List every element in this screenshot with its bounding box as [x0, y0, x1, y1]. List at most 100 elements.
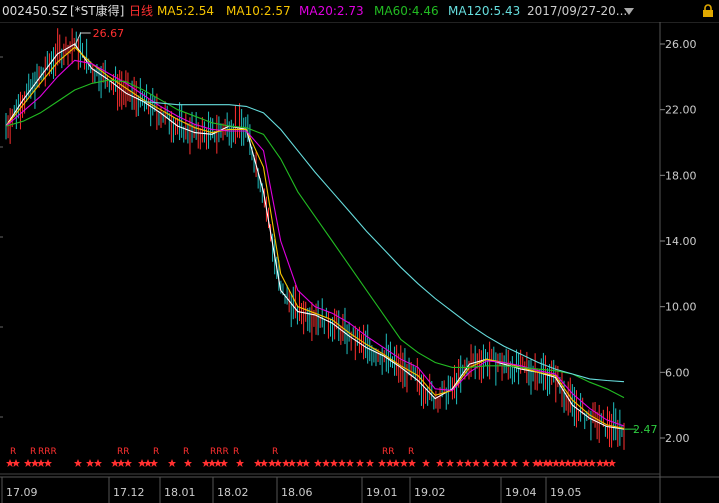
signal-star-marker	[296, 459, 304, 467]
signal-star-marker	[322, 459, 330, 467]
signal-star-marker	[482, 459, 490, 467]
last-price-label: 2.47	[633, 423, 658, 436]
signal-star-marker	[274, 459, 282, 467]
high-price-label: 26.67	[93, 27, 125, 40]
chart-header: 002450.SZ [*ST康得] 日线 MA5:2.54 MA10:2.57 …	[0, 0, 719, 22]
ma60-line	[5, 79, 625, 399]
ma60-label: MA60:4.46	[374, 4, 439, 18]
y-tick-label: 18.00	[665, 169, 697, 182]
signal-r-marker: R	[153, 447, 159, 457]
signal-star-marker	[86, 459, 94, 467]
period-selector[interactable]: 日线	[129, 4, 153, 18]
signal-star-marker	[111, 459, 119, 467]
signal-star-marker	[522, 459, 530, 467]
ma5-line	[5, 43, 625, 430]
x-tick-label: 17.09	[6, 486, 38, 499]
signal-star-marker	[500, 459, 508, 467]
signal-star-marker	[558, 459, 566, 467]
signal-star-marker	[378, 459, 386, 467]
signal-star-marker	[74, 459, 82, 467]
x-tick-label: 18.01	[164, 486, 196, 499]
signal-star-marker	[338, 459, 346, 467]
signal-star-marker	[570, 459, 578, 467]
signal-r-marker: R	[272, 447, 278, 457]
signal-star-marker	[220, 459, 228, 467]
signal-star-marker	[236, 459, 244, 467]
signal-star-marker	[260, 459, 268, 467]
signal-star-marker	[208, 459, 216, 467]
signal-r-marker: RRR	[210, 447, 229, 457]
signal-star-marker	[510, 459, 518, 467]
signal-star-marker	[356, 459, 364, 467]
signal-star-marker	[330, 459, 338, 467]
signal-star-marker	[37, 459, 45, 467]
signal-star-marker	[94, 459, 102, 467]
x-tick-label: 19.05	[550, 486, 582, 499]
signal-star-marker	[31, 459, 39, 467]
signal-star-marker	[168, 459, 176, 467]
stock-symbol: 002450.SZ	[2, 4, 68, 18]
signal-star-marker	[254, 459, 262, 467]
lock-icon[interactable]	[702, 4, 714, 18]
signal-star-marker	[552, 459, 560, 467]
signal-star-marker	[464, 459, 472, 467]
signal-star-marker	[582, 459, 590, 467]
signal-star-marker	[422, 459, 430, 467]
signal-star-marker	[446, 459, 454, 467]
signal-star-marker	[214, 459, 222, 467]
signal-star-marker	[588, 459, 596, 467]
chevron-down-icon[interactable]	[623, 6, 635, 16]
signal-star-marker	[124, 459, 132, 467]
ma5-label: MA5:2.54	[157, 4, 214, 18]
ma120-label: MA120:5.43	[448, 4, 521, 18]
signal-r-marker: RR	[382, 447, 395, 457]
signal-star-marker	[138, 459, 146, 467]
y-tick-label: 2.00	[665, 432, 690, 445]
x-tick-label: 19.01	[366, 486, 398, 499]
signal-star-marker	[436, 459, 444, 467]
ma20-label: MA20:2.73	[299, 4, 364, 18]
signal-r-marker: R	[183, 447, 189, 457]
signal-star-marker	[366, 459, 374, 467]
signal-star-marker	[268, 459, 276, 467]
stock-chart[interactable]: 26.00 22.00 18.00 14.00 10.00 6.00 2.00 17.09 17…	[0, 22, 719, 503]
y-tick-label: 6.00	[665, 366, 690, 379]
signal-star-marker	[202, 459, 210, 467]
signal-star-marker	[12, 459, 20, 467]
signal-r-marker: RRR	[38, 447, 57, 457]
signal-star-marker	[288, 459, 296, 467]
signal-star-marker	[44, 459, 52, 467]
signal-r-marker: R	[408, 447, 414, 457]
signal-star-marker	[608, 459, 616, 467]
ma10-label: MA10:2.57	[226, 4, 291, 18]
x-tick-label: 19.02	[414, 486, 446, 499]
signal-star-marker	[456, 459, 464, 467]
signal-r-marker: R	[30, 447, 36, 457]
signal-star-marker	[492, 459, 500, 467]
signal-star-marker	[602, 459, 610, 467]
signal-star-marker	[282, 459, 290, 467]
signal-star-marker	[576, 459, 584, 467]
signal-star-marker	[400, 459, 408, 467]
stock-name: [*ST康得]	[70, 4, 125, 18]
y-tick-label: 14.00	[665, 235, 697, 248]
signal-star-marker	[408, 459, 416, 467]
signal-star-marker	[117, 459, 125, 467]
signal-star-marker	[150, 459, 158, 467]
signal-star-marker	[302, 459, 310, 467]
y-tick-label: 26.00	[665, 38, 697, 51]
x-tick-label: 19.04	[505, 486, 537, 499]
y-tick-label: 10.00	[665, 301, 697, 314]
signal-star-marker	[392, 459, 400, 467]
signal-r-marker: R	[10, 447, 16, 457]
signal-star-marker	[386, 459, 394, 467]
signal-star-marker	[6, 459, 14, 467]
signal-star-marker	[472, 459, 480, 467]
signal-r-marker: RR	[117, 447, 130, 457]
signal-star-marker	[24, 459, 32, 467]
x-tick-label: 17.12	[113, 486, 145, 499]
x-tick-label: 18.02	[217, 486, 249, 499]
date-range-label[interactable]: 2017/09/27-20...	[527, 4, 627, 18]
x-tick-label: 18.06	[281, 486, 313, 499]
signal-star-marker	[564, 459, 572, 467]
